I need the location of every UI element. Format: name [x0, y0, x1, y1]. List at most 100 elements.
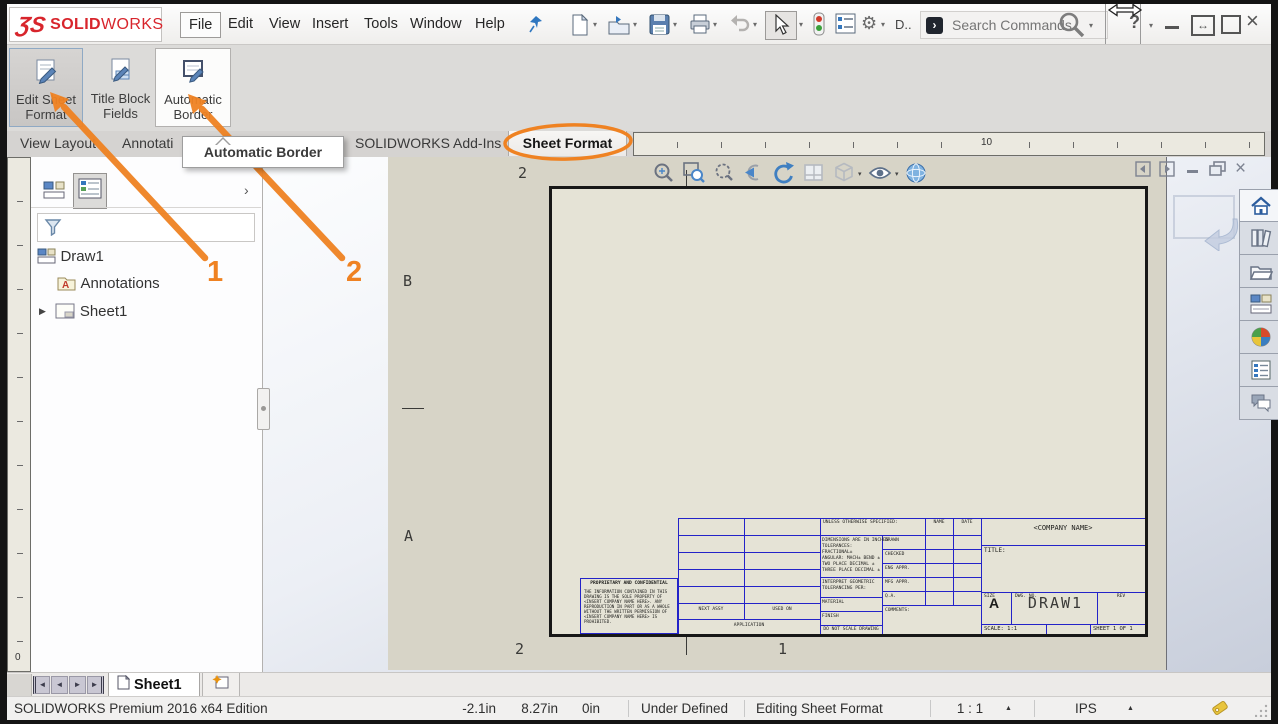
zoom-to-fit-icon[interactable]	[652, 161, 676, 190]
select-tool-button[interactable]	[765, 11, 797, 40]
drawing-viewport[interactable]: 2 B B A A 2 1	[388, 157, 1167, 670]
next-document-icon[interactable]	[1159, 161, 1175, 182]
taskpane-view-palette-icon[interactable]	[1239, 288, 1278, 321]
previous-document-icon[interactable]	[1135, 161, 1151, 182]
expander-icon[interactable]: ▶	[39, 306, 46, 316]
gear-icon[interactable]: ⚙	[861, 13, 877, 34]
taskpane-custom-properties-icon[interactable]	[1239, 354, 1278, 387]
menu-file[interactable]: File	[180, 12, 221, 38]
search-input[interactable]	[950, 16, 1074, 34]
save-caret-icon[interactable]: ▾	[673, 20, 677, 29]
tab-solidworks-add-ins[interactable]: SOLIDWORKS Add-Ins	[345, 131, 511, 156]
tb-line	[882, 605, 982, 606]
tab-annotation[interactable]: Annotation	[112, 131, 174, 156]
tab-view-layout[interactable]: View Layout	[10, 131, 106, 156]
tb-line	[882, 549, 982, 550]
taskpane-appearances-icon[interactable]	[1239, 321, 1278, 354]
menu-view[interactable]: View	[261, 12, 308, 36]
taskpane-forum-icon[interactable]	[1239, 387, 1278, 420]
hide-show-items-icon[interactable]	[868, 161, 892, 190]
print-icon[interactable]	[689, 14, 711, 40]
add-sheet-tab[interactable]	[202, 673, 240, 697]
close-icon[interactable]: ×	[1246, 8, 1259, 34]
status-x-coordinate: -2.1in	[440, 701, 496, 716]
new-document-icon[interactable]	[570, 14, 590, 41]
menu-help[interactable]: Help	[467, 12, 513, 36]
sheet-tab-page-icon	[117, 675, 130, 695]
undo-icon[interactable]	[729, 14, 751, 39]
print-caret-icon[interactable]: ▾	[713, 20, 717, 29]
hide-show-caret-icon[interactable]: ▾	[895, 170, 899, 178]
menu-edit[interactable]: Edit	[220, 12, 261, 36]
panel-expand-chevron-icon[interactable]: ›	[244, 182, 249, 198]
logo-text: SOLIDWORKS	[50, 16, 163, 34]
search-magnifier-icon[interactable]	[1057, 10, 1087, 45]
status-units-value[interactable]: IPS	[1075, 701, 1097, 716]
evaluate-list-icon[interactable]	[835, 13, 856, 39]
edit-sheet-format-label-2: Format	[25, 107, 66, 122]
tree-item-sheet1[interactable]: ▶ Sheet1	[39, 303, 127, 324]
new-caret-icon[interactable]: ▾	[593, 20, 597, 29]
tag-icon[interactable]	[1210, 699, 1230, 720]
doc-close-icon[interactable]: ×	[1235, 158, 1246, 180]
search-caret-icon[interactable]: ▾	[1089, 21, 1093, 30]
save-icon[interactable]	[649, 14, 670, 40]
rotate-view-icon[interactable]	[771, 161, 797, 190]
display-style-caret-icon[interactable]: ▾	[858, 170, 862, 178]
tb-line	[678, 518, 1145, 519]
select-caret-icon[interactable]: ▾	[799, 20, 803, 29]
more-commands-label[interactable]: D..	[895, 17, 912, 32]
tb-company: <COMPANY NAME>	[981, 526, 1145, 532]
menu-tools[interactable]: Tools	[356, 12, 406, 36]
panel-splitter-handle[interactable]	[257, 388, 270, 430]
zoom-to-area-icon[interactable]	[682, 161, 706, 190]
previous-sheet-button[interactable]: ◄	[51, 676, 68, 694]
open-icon[interactable]	[608, 14, 630, 41]
minimize-icon[interactable]	[1165, 26, 1179, 29]
logo-text-works: WORKS	[101, 16, 163, 33]
taskpane-home-icon[interactable]	[1239, 189, 1278, 222]
tree-item-annotations-label: Annotations	[80, 275, 159, 292]
edit-sheet-format-button[interactable]: Edit SheetFormat	[9, 48, 83, 127]
help-caret-icon[interactable]: ▾	[1149, 21, 1153, 30]
menu-insert[interactable]: Insert	[304, 12, 356, 36]
next-sheet-button[interactable]: ►	[69, 676, 86, 694]
status-scale-value[interactable]: 1 : 1	[945, 701, 995, 716]
feature-tree-tab-icon[interactable]	[39, 176, 69, 209]
tb-line	[882, 563, 982, 564]
undo-caret-icon[interactable]: ▾	[753, 20, 757, 29]
sheet1-tab[interactable]: Sheet1	[108, 673, 200, 697]
doc-minimize-icon[interactable]	[1187, 170, 1198, 173]
callout-number-2: 2	[346, 256, 362, 289]
tb-line	[820, 625, 882, 626]
property-manager-tab-icon[interactable]	[73, 173, 107, 209]
taskpane-design-library-icon[interactable]	[1239, 222, 1278, 255]
tree-item-annotations[interactable]: A Annotations	[57, 275, 160, 296]
title-block-fields-button[interactable]: Title BlockFields	[88, 48, 153, 125]
taskpane-file-explorer-icon[interactable]	[1239, 255, 1278, 288]
units-dropdown-icon[interactable]: ▲	[1127, 705, 1134, 712]
last-sheet-button[interactable]: ►	[87, 676, 104, 694]
drawing-sheet[interactable]: UNLESS OTHERWISE SPECIFIED: NAME DATE DI…	[549, 186, 1148, 637]
edit-sheet-format-icon	[33, 58, 59, 89]
previous-view-icon[interactable]	[742, 161, 766, 190]
tab-sheet-format[interactable]: Sheet Format	[508, 131, 627, 156]
doc-restore-icon[interactable]	[1209, 161, 1227, 182]
resize-grip[interactable]	[1255, 703, 1269, 720]
maximize-icon[interactable]	[1221, 15, 1241, 34]
gear-caret-icon[interactable]: ▾	[881, 20, 885, 29]
zoom-to-selection-icon[interactable]	[712, 161, 736, 190]
expand-window-icon[interactable]: ↔	[1191, 15, 1215, 36]
first-sheet-button[interactable]: ◄	[33, 676, 50, 694]
automatic-border-button[interactable]: AutomaticBorder	[155, 48, 231, 127]
status-separator	[628, 700, 629, 717]
pin-icon[interactable]	[527, 14, 545, 39]
tree-item-draw1[interactable]: Draw1	[37, 248, 104, 269]
open-caret-icon[interactable]: ▾	[633, 20, 637, 29]
traffic-light-icon[interactable]	[813, 12, 825, 41]
tree-filter-bar[interactable]	[37, 213, 255, 242]
menu-window[interactable]: Window	[402, 12, 470, 36]
apply-scene-icon[interactable]	[904, 161, 928, 190]
scale-dropdown-icon[interactable]: ▲	[1005, 705, 1012, 712]
zone-label-top: 2	[518, 164, 527, 182]
